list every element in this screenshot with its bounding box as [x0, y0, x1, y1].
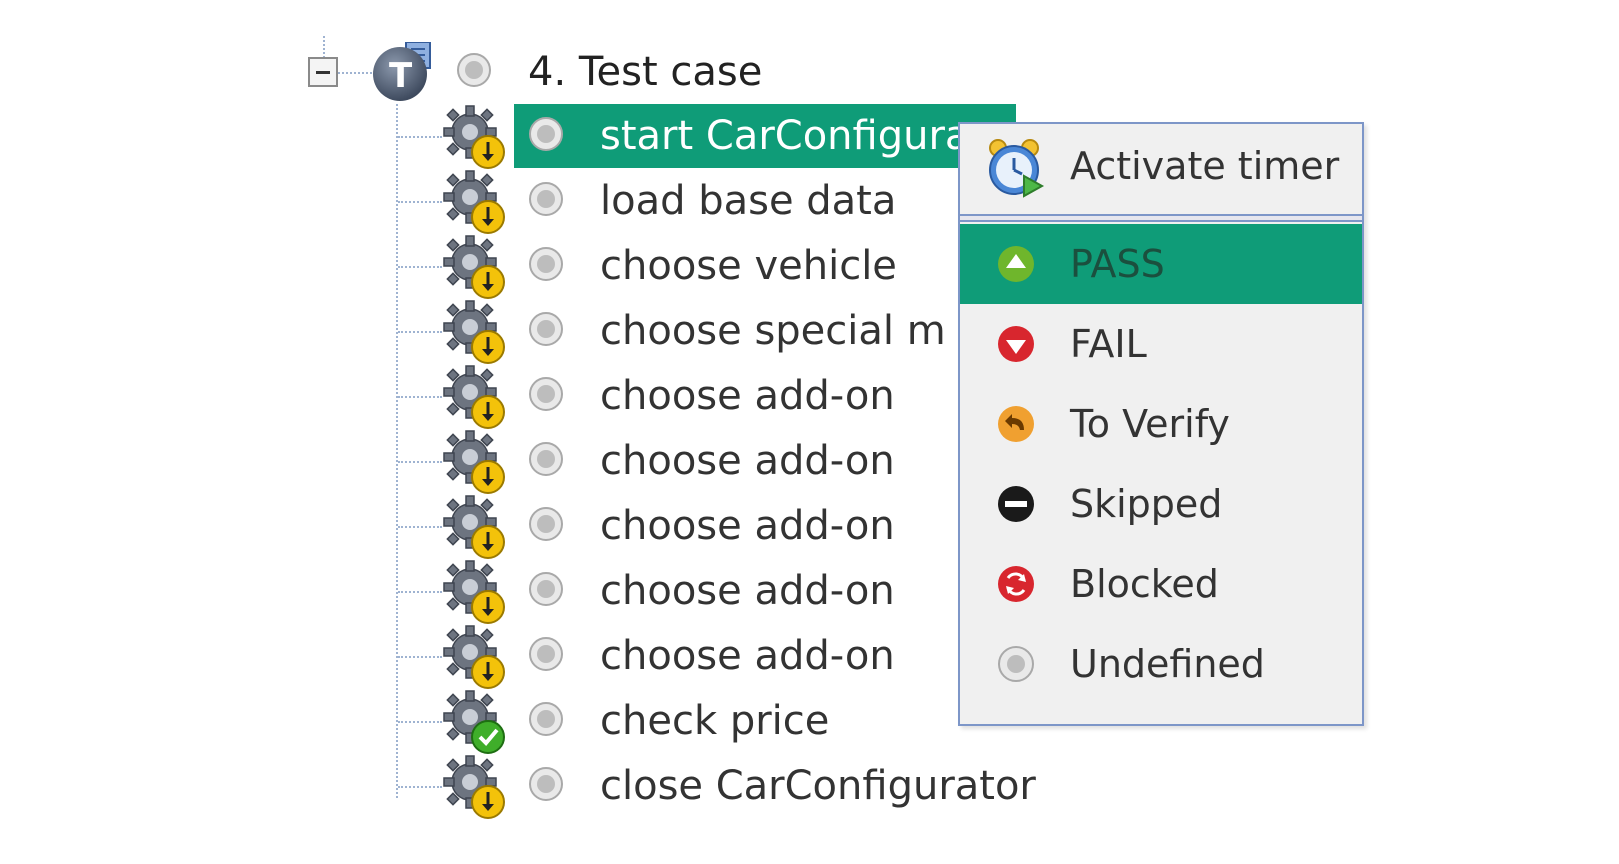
gear-pending-icon [440, 752, 512, 824]
gear-pending-icon [440, 427, 512, 499]
gear-check-icon [440, 687, 512, 759]
menu-item-label: PASS [1070, 242, 1165, 286]
step-label: close CarConfigurator [600, 763, 1036, 809]
undefined-status-icon [528, 311, 564, 347]
menu-item-activate-timer[interactable]: Activate timer [960, 124, 1362, 204]
test-case-tree: T 4. Test case start CarConfigura load ba… [0, 0, 1619, 864]
tree-connector [398, 786, 442, 788]
step-label: load base data [600, 178, 897, 224]
tree-step-row[interactable]: choose add-on [0, 429, 1100, 494]
gear-pending-icon [440, 167, 512, 239]
test-case-title[interactable]: 4. Test case [528, 44, 762, 100]
tree-step-row[interactable]: load base data [0, 169, 1100, 234]
menu-item-pass[interactable]: PASS [960, 224, 1362, 304]
tree-step-row[interactable]: start CarConfigura [0, 104, 1100, 169]
tree-connector [323, 36, 325, 58]
undefined-status-icon [528, 441, 564, 477]
tree-connector [338, 72, 372, 74]
tree-step-row[interactable]: choose add-on [0, 559, 1100, 624]
test-case-icon: T [372, 41, 436, 104]
tree-connector [398, 591, 442, 593]
tree-connector [398, 656, 442, 658]
tree-step-row[interactable]: check price [0, 689, 1100, 754]
gear-pending-icon [440, 622, 512, 694]
svg-text:T: T [389, 56, 413, 96]
undefined-status-icon [528, 571, 564, 607]
fail-icon [996, 324, 1036, 364]
menu-item-label: Blocked [1070, 562, 1219, 606]
step-label: choose add-on [600, 503, 895, 549]
tree-connector [398, 201, 442, 203]
menu-item-undefined[interactable]: Undefined [960, 624, 1362, 704]
undefined-status-icon [528, 181, 564, 217]
undefined-status-icon [528, 246, 564, 282]
undefined-status-icon [456, 52, 492, 88]
skipped-icon [996, 484, 1036, 524]
tree-connector [398, 396, 442, 398]
undefined-status-icon [528, 116, 564, 152]
menu-item-label: To Verify [1070, 402, 1230, 446]
tree-connector [398, 721, 442, 723]
menu-item-label: Activate timer [1070, 144, 1340, 188]
alarm-clock-icon [984, 136, 1048, 200]
step-label: choose special m [600, 308, 946, 354]
tree-step-row[interactable]: choose special m [0, 299, 1100, 364]
menu-item-label: Skipped [1070, 482, 1223, 526]
undefined-icon [996, 644, 1036, 684]
tree-connector [398, 266, 442, 268]
tree-connector [398, 461, 442, 463]
menu-item-to-verify[interactable]: To Verify [960, 384, 1362, 464]
tree-step-row[interactable]: choose add-on [0, 624, 1100, 689]
undefined-status-icon [528, 506, 564, 542]
gear-pending-icon [440, 557, 512, 629]
tree-connector [398, 526, 442, 528]
pass-icon [996, 244, 1036, 284]
menu-item-label: FAIL [1070, 322, 1147, 366]
tree-step-row[interactable]: choose vehicle [0, 234, 1100, 299]
step-label: choose add-on [600, 633, 895, 679]
gear-pending-icon [440, 492, 512, 564]
step-label: choose add-on [600, 438, 895, 484]
menu-item-label: Undefined [1070, 642, 1265, 686]
menu-separator [960, 214, 1362, 222]
undefined-status-icon [528, 701, 564, 737]
status-context-menu: Activate timer PASS FAIL To Verify Skipped B… [958, 122, 1364, 726]
step-label: choose add-on [600, 373, 895, 419]
tree-step-row[interactable]: close CarConfigurator [0, 754, 1100, 819]
to-verify-icon [996, 404, 1036, 444]
step-label: choose vehicle [600, 243, 897, 289]
undefined-status-icon [528, 376, 564, 412]
gear-pending-icon [440, 297, 512, 369]
blocked-icon [996, 564, 1036, 604]
menu-item-fail[interactable]: FAIL [960, 304, 1362, 384]
tree-connector [398, 331, 442, 333]
menu-item-skipped[interactable]: Skipped [960, 464, 1362, 544]
collapse-toggle-button[interactable] [308, 57, 338, 87]
undefined-status-icon [528, 766, 564, 802]
menu-item-blocked[interactable]: Blocked [960, 544, 1362, 624]
tree-connector [398, 136, 442, 138]
tree-step-row[interactable]: choose add-on [0, 364, 1100, 429]
tree-step-row[interactable]: choose add-on [0, 494, 1100, 559]
gear-pending-icon [440, 102, 512, 174]
step-label: check price [600, 698, 830, 744]
undefined-status-icon [528, 636, 564, 672]
gear-pending-icon [440, 362, 512, 434]
gear-pending-icon [440, 232, 512, 304]
step-label: choose add-on [600, 568, 895, 614]
step-label: start CarConfigura [600, 113, 970, 159]
